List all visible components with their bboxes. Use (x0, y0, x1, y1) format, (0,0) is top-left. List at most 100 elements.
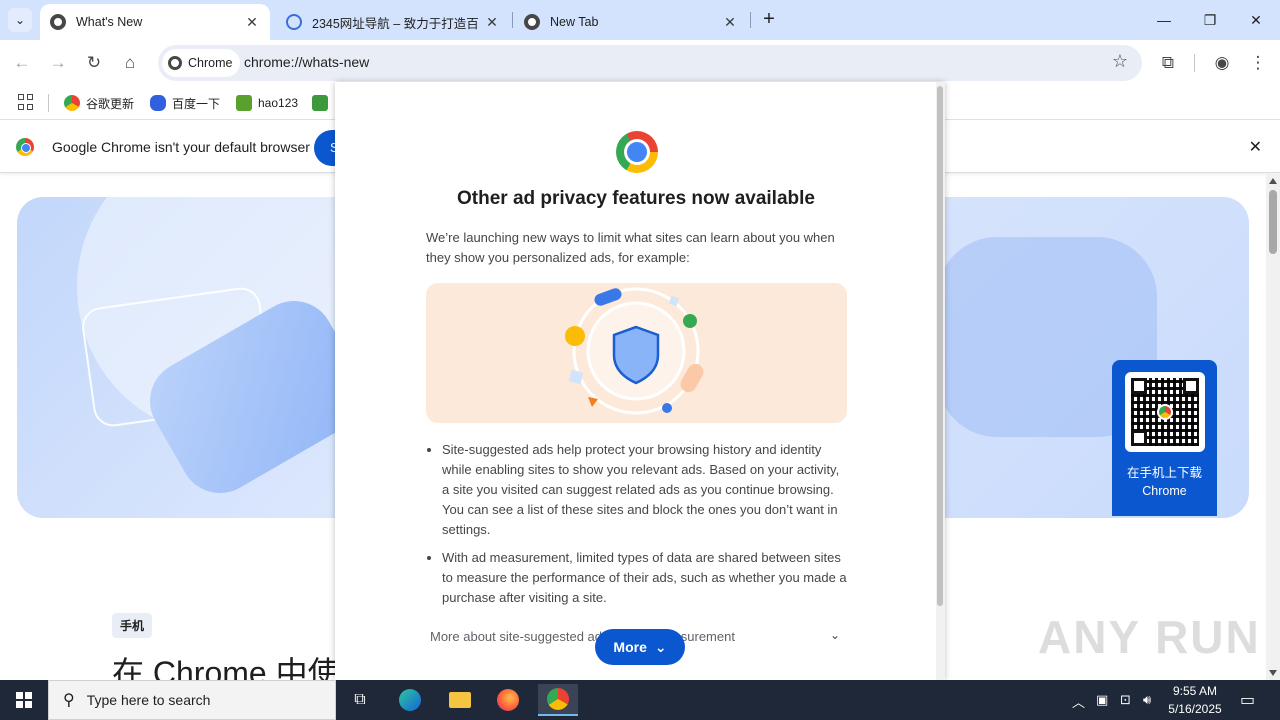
close-icon[interactable]: ✕ (722, 14, 738, 31)
shield-illustration-icon (565, 287, 704, 415)
list-item: With ad measurement, limited types of da… (442, 548, 850, 608)
close-icon[interactable]: ✕ (484, 14, 500, 31)
anyrun-watermark: ANY RUN (1038, 611, 1261, 663)
home-button[interactable]: ⌂ (118, 51, 142, 75)
menu-button[interactable]: ⋮ (1246, 51, 1270, 75)
arrow-right-icon: → (49, 53, 67, 72)
dialog-scrollbar[interactable] (936, 82, 945, 680)
close-icon[interactable]: ✕ (244, 14, 260, 31)
ad-privacy-dialog: Other ad privacy features now available … (335, 82, 945, 680)
baidu-paw-icon (150, 95, 166, 111)
bookmark-label: 百度一下 (172, 96, 221, 111)
chevron-up-icon[interactable]: ︿ (1072, 692, 1085, 711)
edge-app[interactable] (390, 684, 430, 716)
reload-button[interactable]: ↻ (82, 51, 106, 75)
start-button[interactable] (0, 680, 48, 720)
tab-divider (512, 12, 513, 28)
globe-icon (524, 14, 540, 30)
hao123-icon (236, 95, 252, 111)
plus-icon: + (763, 8, 775, 30)
chip-label: Chrome (188, 56, 233, 70)
dialog-intro: We’re launching new ways to limit what s… (426, 230, 835, 265)
list-item: Site-suggested ads help protect your bro… (442, 440, 850, 540)
forward-button[interactable]: → (46, 51, 70, 75)
2345-favicon-icon (286, 14, 302, 30)
bookmarks-divider (48, 94, 49, 112)
bookmark-item[interactable]: 谷歌更新 (64, 92, 134, 114)
network-icon[interactable]: ⊡ (1120, 692, 1131, 708)
search-icon: ⚲ (63, 692, 75, 709)
scroll-thumb[interactable] (1269, 190, 1277, 254)
file-explorer-app[interactable] (440, 684, 480, 716)
task-view-button[interactable]: ⧉ (340, 684, 380, 716)
toolbar-divider (1194, 54, 1195, 72)
page-scrollbar[interactable] (1266, 174, 1280, 680)
puzzle-icon: ⧉ (1161, 53, 1175, 72)
bookmark-label: 谷歌更新 (86, 96, 135, 111)
taskbar-search[interactable]: ⚲ Type here to search (48, 680, 336, 720)
chrome-logo-icon (16, 138, 34, 156)
scroll-down-arrow-icon[interactable] (1269, 670, 1277, 676)
chrome-icon (547, 688, 569, 710)
minimize-icon: — (1157, 12, 1171, 28)
qr-caption-line1: 在手机上下载 (1126, 466, 1202, 480)
restore-icon: ❐ (1203, 12, 1217, 28)
qr-download-card[interactable]: 在手机上下载 Chrome (1112, 360, 1217, 516)
close-window-button[interactable]: ✕ (1244, 8, 1268, 32)
chrome-logo-icon (616, 131, 658, 173)
bookmark-item[interactable]: 百度一下 (150, 92, 220, 114)
bookmark-label: hao123 (258, 96, 299, 110)
profile-button[interactable]: ◉ (1210, 51, 1234, 75)
more-about-expander[interactable]: More about site-suggested ads and ad mea… (430, 629, 735, 644)
section-tag: 手机 (112, 613, 153, 638)
bookmark-star-icon[interactable]: ☆ (1112, 51, 1128, 72)
bookmark-item[interactable] (312, 92, 334, 114)
new-tab-button[interactable]: + (758, 8, 780, 32)
infobar-message: Google Chrome isn't your default browser (52, 139, 310, 155)
dialog-title: Other ad privacy features now available (457, 188, 815, 209)
chevron-down-icon: ⌄ (654, 638, 667, 655)
windows-taskbar: ⚲ Type here to search ⧉ ︿ ▣ ⊡ 🔊︎ 9:55 AM… (0, 680, 1280, 720)
chevron-down-icon[interactable]: ⌄ (830, 628, 840, 642)
url-text[interactable]: chrome://whats-new (244, 54, 369, 70)
tab-title: 2345网址导航 – 致力于打造百年 (312, 16, 478, 31)
toolbar: ← → ↻ ⌂ Chrome chrome://whats-new ☆ ⧉ ◉ … (0, 40, 1280, 86)
reload-icon: ↻ (86, 53, 102, 72)
scroll-thumb[interactable] (937, 86, 943, 606)
extensions-button[interactable]: ⧉ (1156, 51, 1180, 75)
tab-2345[interactable]: 2345网址导航 – 致力于打造百年 ✕ (276, 4, 510, 40)
arrow-left-icon: ← (13, 53, 31, 72)
restore-button[interactable]: ❐ (1198, 8, 1222, 32)
privacy-illustration (426, 283, 847, 423)
tab-title: What's New (76, 15, 143, 29)
close-icon[interactable]: ✕ (1249, 137, 1262, 157)
clock-time[interactable]: 9:55 AM (1164, 684, 1226, 698)
tab-new-tab[interactable]: New Tab ✕ (514, 4, 748, 40)
scroll-up-arrow-icon[interactable] (1269, 178, 1277, 184)
task-view-icon: ⧉ (354, 691, 366, 708)
bookmark-item[interactable]: hao123 (236, 92, 298, 114)
apps-grid-icon[interactable] (18, 94, 34, 110)
clock-date[interactable]: 5/16/2025 (1164, 702, 1226, 716)
address-bar[interactable]: Chrome chrome://whats-new ☆ (158, 45, 1142, 81)
kebab-menu-icon: ⋮ (1249, 53, 1267, 72)
device-icon[interactable]: ▣ (1096, 692, 1108, 708)
more-button[interactable]: More ⌄ (595, 629, 685, 665)
tab-title: New Tab (550, 15, 599, 29)
dialog-bullets: Site-suggested ads help protect your bro… (442, 440, 850, 616)
tab-whats-new[interactable]: What's New ✕ (40, 4, 270, 40)
back-button[interactable]: ← (10, 51, 34, 75)
notifications-icon[interactable]: ▭ (1240, 690, 1255, 710)
firefox-app[interactable] (488, 684, 528, 716)
chrome-app[interactable] (538, 684, 578, 716)
minimize-button[interactable]: — (1152, 8, 1176, 32)
tab-search-button[interactable]: ⌄ (8, 8, 32, 32)
volume-icon[interactable]: 🔊︎ (1143, 692, 1151, 708)
windows-logo-icon (16, 692, 32, 708)
site-info-chip[interactable]: Chrome (162, 49, 241, 77)
search-placeholder: Type here to search (86, 692, 211, 708)
qr-caption-line2: Chrome (1142, 484, 1187, 498)
firefox-icon (497, 689, 519, 711)
chrome-favicon-icon (50, 14, 66, 30)
folder-icon (449, 692, 471, 708)
